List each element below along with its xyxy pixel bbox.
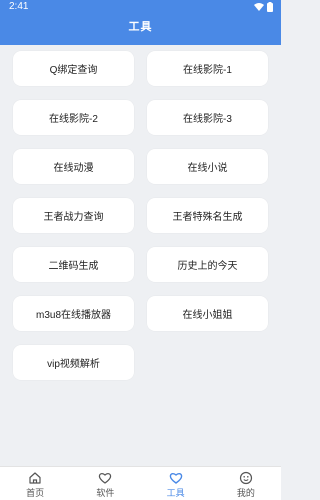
tool-button-history-today[interactable]: 历史上的今天 [147,247,268,282]
heart-icon [99,473,112,484]
tool-button-online-cinema-2[interactable]: 在线影院-2 [13,100,134,135]
tool-button-online-anime[interactable]: 在线动漫 [13,149,134,184]
tool-button-qrcode-generator[interactable]: 二维码生成 [13,247,134,282]
status-time: 2:41 [9,1,29,12]
tool-button-king-power-query[interactable]: 王者战力查询 [13,198,134,233]
app-header: 2:41 工具 [0,0,281,45]
status-icons [254,2,273,12]
tool-button-vip-video-parse[interactable]: vip视频解析 [13,345,134,380]
nav-label-tools: 工具 [166,488,185,498]
nav-item-home[interactable]: 首页 [0,467,70,500]
wifi-icon [254,3,264,11]
nav-label-mine: 我的 [236,488,255,498]
tool-button-q-bind-query[interactable]: Q绑定查询 [13,51,134,86]
page-title: 工具 [128,21,153,33]
tool-button-online-novel[interactable]: 在线小说 [147,149,268,184]
nav-label-home: 首页 [26,488,45,498]
nav-item-software[interactable]: 软件 [70,467,140,500]
bottom-navigation: 首页 软件 工具 我的 [0,466,281,500]
status-bar: 2:41 [0,0,281,16]
tool-button-king-special-name[interactable]: 王者特殊名生成 [147,198,268,233]
tool-button-online-cinema-1[interactable]: 在线影院-1 [147,51,268,86]
nav-item-tools[interactable]: 工具 [141,467,211,500]
tool-button-m3u8-player[interactable]: m3u8在线播放器 [13,296,134,331]
home-icon [29,472,41,484]
tool-button-online-cinema-3[interactable]: 在线影院-3 [147,100,268,135]
battery-icon [267,2,273,12]
smile-icon [239,471,252,485]
tool-button-online-girls[interactable]: 在线小姐姐 [147,296,268,331]
nav-label-software: 软件 [96,488,115,498]
tool-grid: Q绑定查询 在线影院-1 在线影院-2 在线影院-3 在线动漫 在线小说 王者战… [13,51,269,380]
heart-icon [169,472,182,484]
nav-item-mine[interactable]: 我的 [211,467,281,500]
